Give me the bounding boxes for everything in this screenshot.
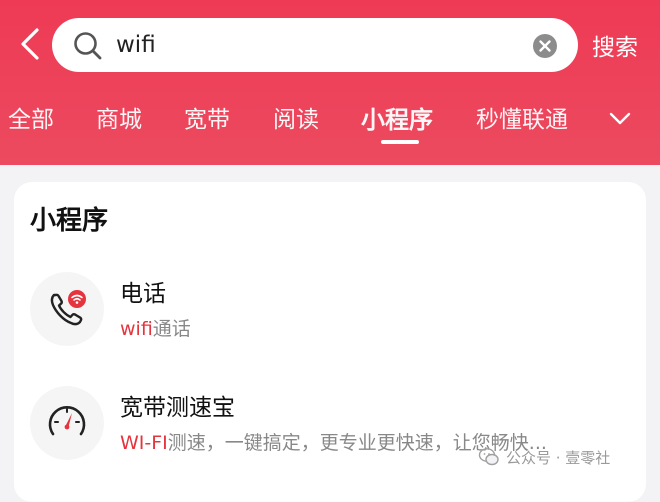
search-input[interactable]: [116, 27, 516, 63]
speedometer-icon: [30, 386, 104, 460]
search-button[interactable]: 搜索: [592, 28, 638, 62]
chevron-left-icon: [21, 28, 39, 60]
search-icon: [74, 32, 102, 60]
highlight-keyword: wifi: [120, 318, 153, 340]
tab-quick-understand[interactable]: 秒懂联通: [476, 100, 568, 134]
tab-reading[interactable]: 阅读: [273, 100, 319, 134]
tab-broadband[interactable]: 宽带: [184, 100, 230, 134]
wechat-icon: [478, 448, 499, 466]
section-title: 小程序: [30, 206, 109, 236]
highlight-keyword: WI-FI: [120, 432, 168, 454]
header-bar: 搜索 全部 商城 宽带 阅读 小程序 秒懂联通: [0, 0, 660, 165]
clear-search-icon[interactable]: [532, 33, 558, 59]
wifi-call-icon: [30, 272, 104, 346]
tab-all[interactable]: 全部: [8, 100, 54, 134]
list-item-phone[interactable]: 电话 wifi通话: [14, 264, 646, 364]
tab-mall[interactable]: 商城: [96, 100, 142, 134]
active-tab-indicator: [381, 140, 419, 144]
search-box[interactable]: [52, 18, 578, 72]
category-tabs: 全部 商城 宽带 阅读 小程序 秒懂联通: [0, 96, 660, 156]
tab-mini-program[interactable]: 小程序: [361, 100, 433, 135]
chevron-down-icon[interactable]: [606, 104, 634, 132]
item-title: 宽带测速宝: [120, 395, 235, 421]
back-button[interactable]: [12, 24, 48, 64]
description-text: 通话: [152, 318, 191, 340]
watermark: 公众号 · 壹零社: [478, 446, 610, 468]
item-title: 电话: [120, 281, 166, 307]
watermark-text: 公众号 · 壹零社: [506, 448, 611, 467]
item-description: wifi通话: [120, 314, 191, 341]
